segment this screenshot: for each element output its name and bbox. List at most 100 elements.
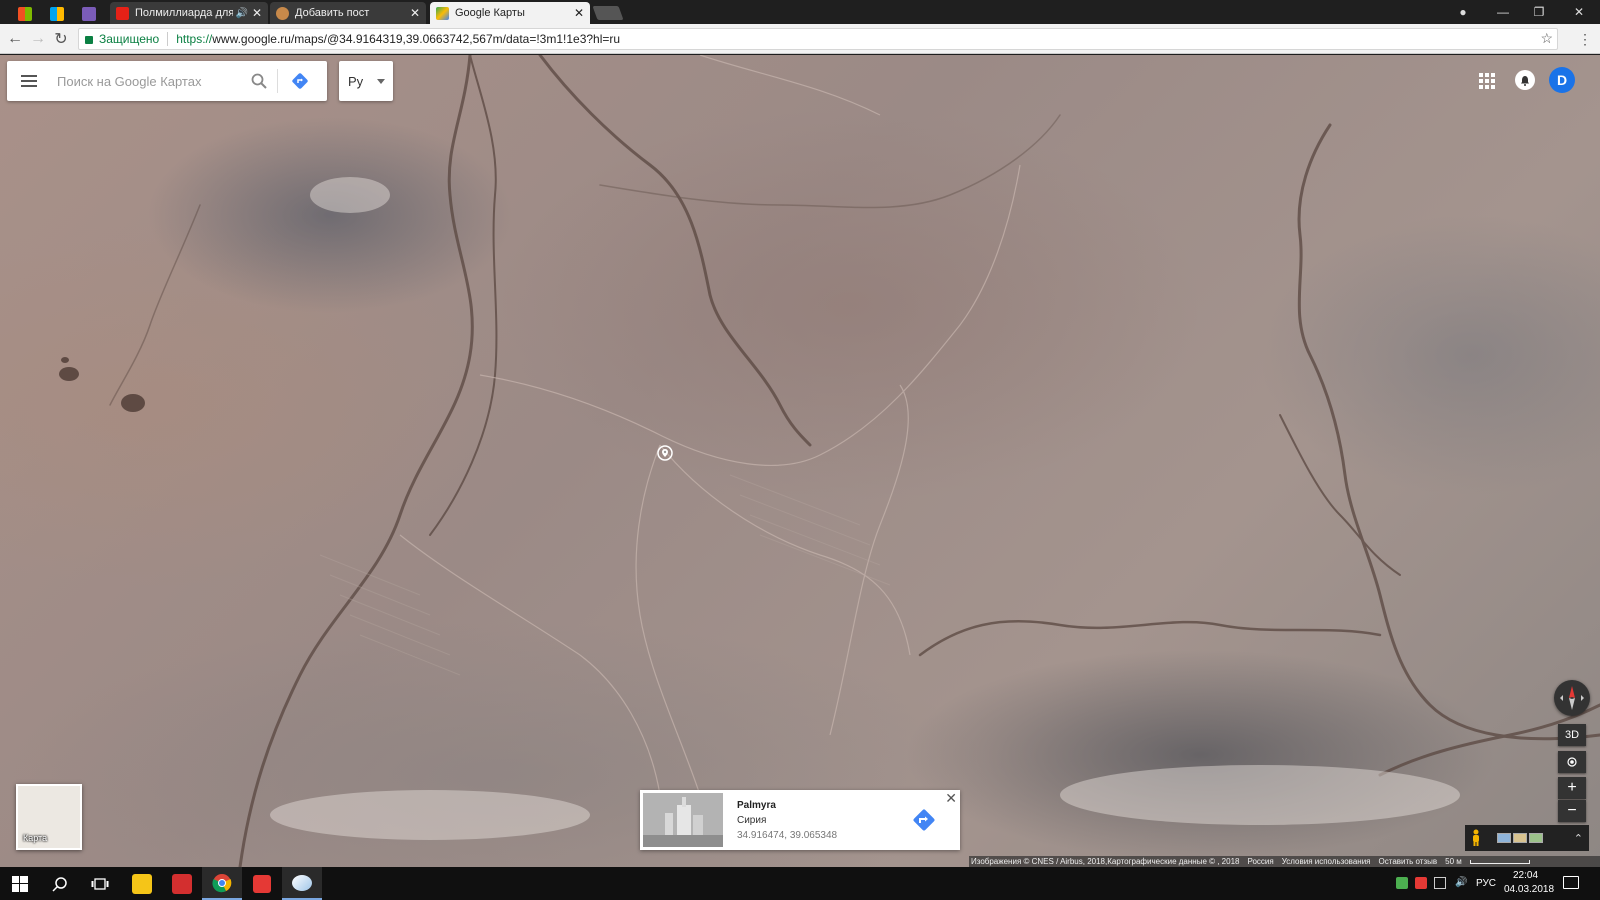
satellite-map[interactable] — [0, 55, 1600, 867]
place-country: Сирия — [737, 815, 767, 826]
pinned-tab-purple[interactable] — [76, 3, 102, 24]
browser-toolbar: ← → ↻ Защищено https://www.google.ru/map… — [0, 24, 1600, 54]
new-tab-button[interactable] — [592, 6, 624, 20]
media-player-glyph — [132, 873, 152, 894]
microsoft-icon — [50, 6, 64, 21]
compass-icon[interactable] — [1554, 680, 1590, 716]
lock-icon — [85, 36, 93, 44]
flash-app-icon[interactable] — [162, 867, 202, 900]
volume-icon[interactable]: 🔊 — [1455, 877, 1467, 888]
place-coordinates: 34.916474, 39.065348 — [737, 830, 838, 841]
search-icon[interactable] — [40, 867, 80, 900]
region-link[interactable]: Россия — [1247, 857, 1273, 866]
bookmark-star-icon[interactable]: ☆ — [1540, 30, 1553, 47]
red-app-glyph — [253, 874, 271, 893]
tab-close-icon[interactable]: ✕ — [574, 6, 584, 20]
map-type-label: Карта — [23, 833, 48, 843]
windows-app-icon — [18, 6, 32, 21]
flash-glyph — [172, 873, 192, 894]
place-card[interactable]: Palmyra Сирия 34.916474, 39.065348 ✕ — [640, 790, 960, 850]
chrome-taskbar-icon[interactable] — [202, 867, 242, 900]
windows-taskbar: 🔊 РУС 22:04 04.03.2018 — [0, 867, 1600, 900]
search-icon[interactable] — [241, 61, 277, 101]
security-label: Защищено — [99, 32, 160, 46]
chevron-down-icon — [377, 79, 385, 84]
close-icon[interactable]: ✕ — [945, 791, 957, 805]
chevron-up-icon[interactable]: ⌃ — [1574, 832, 1583, 845]
browser-tab-strip: Полмиллиарда для Г 🔊 ✕ Добавить пост ✕ G… — [0, 0, 1600, 24]
tab-close-icon[interactable]: ✕ — [410, 6, 420, 20]
browser-menu-icon[interactable]: ⋮ — [1578, 31, 1592, 48]
zoom-in-button[interactable]: + — [1558, 777, 1586, 799]
task-view-icon[interactable] — [80, 867, 120, 900]
menu-icon[interactable] — [7, 61, 51, 101]
pinned-tab-windows[interactable] — [12, 3, 38, 24]
tray-app-icon[interactable] — [1415, 877, 1427, 889]
network-icon[interactable] — [1434, 877, 1446, 889]
tab-youtube[interactable]: Полмиллиарда для Г 🔊 ✕ — [110, 2, 268, 24]
tab-title: Google Карты — [455, 7, 525, 19]
map-attribution: Изображения © CNES / Airbus, 2018,Картог… — [969, 856, 1600, 867]
place-photo[interactable] — [643, 793, 723, 847]
imagery-strip: ⌃ — [1465, 825, 1589, 851]
google-maps-icon — [436, 6, 449, 20]
pinned-tab-microsoft[interactable] — [44, 3, 70, 24]
tab-close-icon[interactable]: ✕ — [252, 6, 262, 20]
account-avatar[interactable]: D — [1549, 67, 1575, 93]
paint-glyph — [292, 874, 312, 891]
map-type-toggle[interactable]: Карта — [16, 784, 82, 850]
tray-app-icon[interactable] — [1396, 877, 1408, 889]
notifications-icon[interactable] — [1515, 70, 1535, 90]
paint-app-icon[interactable] — [282, 867, 322, 900]
google-apps-icon[interactable] — [1479, 73, 1495, 89]
red-app-icon[interactable] — [242, 867, 282, 900]
reload-button[interactable]: ↻ — [51, 29, 71, 49]
search-box — [7, 61, 327, 101]
imagery-credit: Изображения © CNES / Airbus, 2018,Картог… — [971, 857, 1240, 866]
forward-button[interactable]: → — [28, 29, 48, 49]
route-directions-icon[interactable] — [911, 807, 937, 833]
url-protocol: https:// — [176, 32, 213, 46]
language-label: Ру — [348, 73, 364, 89]
youtube-icon — [116, 6, 129, 20]
terms-link[interactable]: Условия использования — [1282, 857, 1371, 866]
3d-view-button[interactable]: 3D — [1558, 724, 1586, 746]
tab-title: Полмиллиарда для Г — [135, 7, 234, 19]
pegman-icon[interactable] — [1465, 825, 1487, 851]
search-input[interactable] — [51, 66, 241, 96]
my-location-icon[interactable] — [1558, 751, 1586, 773]
url-rest: www.google.ru/maps/@34.9164319,39.066374… — [212, 32, 621, 46]
input-language[interactable]: РУС — [1476, 878, 1496, 889]
minimize-button[interactable]: — — [1484, 0, 1522, 24]
layer-thumbnail-icon[interactable] — [1497, 833, 1511, 843]
scale-bar — [1469, 859, 1530, 864]
back-button[interactable]: ← — [5, 29, 25, 49]
address-separator — [167, 32, 169, 46]
profile-icon[interactable]: ● — [1444, 0, 1482, 24]
pikabu-icon — [276, 6, 289, 20]
place-marker-icon[interactable] — [657, 445, 673, 463]
place-name: Palmyra — [737, 800, 776, 811]
layer-thumbnail-icon[interactable] — [1513, 833, 1527, 843]
media-player-icon[interactable] — [122, 867, 162, 900]
feedback-link[interactable]: Оставить отзыв — [1379, 857, 1438, 866]
tab-google-maps[interactable]: Google Карты ✕ — [430, 2, 590, 24]
zoom-out-button[interactable]: − — [1558, 800, 1586, 822]
speaker-icon[interactable]: 🔊 — [235, 8, 247, 19]
clock-time[interactable]: 22:04 — [1513, 870, 1538, 881]
scale-label[interactable]: 50 м — [1445, 857, 1462, 866]
tab-title: Добавить пост — [295, 7, 370, 19]
directions-icon[interactable] — [278, 61, 322, 101]
purple-app-icon — [82, 6, 96, 21]
start-button[interactable] — [0, 867, 40, 900]
maximize-button[interactable]: ❐ — [1520, 0, 1558, 24]
close-window-button[interactable]: ✕ — [1560, 0, 1598, 24]
layer-thumbnail-icon[interactable] — [1529, 833, 1543, 843]
language-selector[interactable]: Ру — [339, 61, 393, 101]
url-text[interactable]: https://www.google.ru/maps/@34.9164319,3… — [176, 32, 620, 46]
notification-center-icon[interactable] — [1563, 876, 1579, 889]
tab-pikabu[interactable]: Добавить пост ✕ — [270, 2, 426, 24]
terrain-texture — [59, 55, 1600, 867]
clock-date[interactable]: 04.03.2018 — [1504, 884, 1554, 895]
address-bar[interactable]: Защищено https://www.google.ru/maps/@34.… — [78, 28, 1558, 50]
